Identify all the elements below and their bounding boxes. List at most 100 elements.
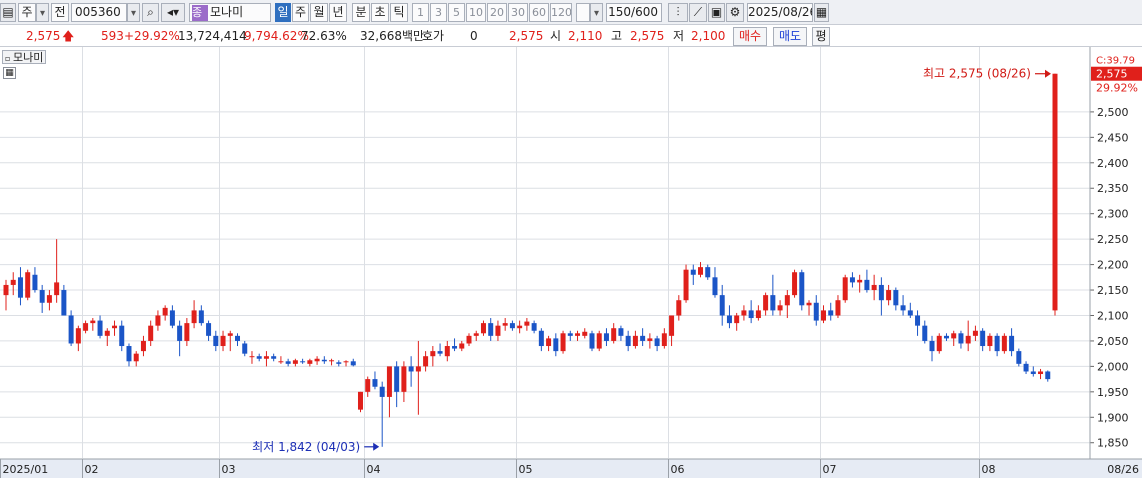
candle-body [104, 330, 110, 336]
candle-body [379, 386, 385, 397]
candle-body [90, 320, 96, 324]
candle-body [227, 333, 233, 336]
candle-body [488, 323, 494, 336]
candle-body [119, 325, 125, 347]
interval-dropdown-icon[interactable] [590, 3, 603, 22]
candle-body [799, 272, 805, 306]
period-tick[interactable]: 틱 [390, 3, 408, 22]
candle-body [220, 335, 226, 347]
line-tool-icon[interactable]: ⟋ [689, 3, 707, 22]
period-year[interactable]: 년 [329, 3, 347, 22]
candle-body [314, 358, 320, 362]
period-minute[interactable]: 분 [352, 3, 370, 22]
candle-body [155, 315, 161, 326]
period-day[interactable]: 일 [275, 3, 291, 22]
hoga-value: 0 [470, 29, 478, 43]
candle-body [292, 360, 298, 364]
candle-body [792, 272, 798, 296]
candle-body [502, 323, 508, 326]
y-tick-label: 2,400 [1097, 157, 1129, 170]
y-tick-label: 2,300 [1097, 208, 1129, 221]
interval-120[interactable]: 120 [550, 3, 572, 22]
candle-body [32, 274, 38, 291]
period-week[interactable]: 주 [292, 3, 309, 22]
low-price: 2,100 [691, 29, 726, 43]
candle-body [1009, 335, 1015, 352]
candle-body [177, 325, 183, 341]
high-annotation: 최고 2,575 (08/26) [923, 67, 1031, 81]
count-field[interactable]: 150/600 [606, 3, 662, 22]
candle-body [640, 335, 646, 341]
candle-body [68, 315, 74, 344]
candlestick-chart[interactable]: 2,500 2,450 2,400 2,350 2,300 2,250 2,200 2,150… [0, 47, 1142, 478]
candle-body [46, 295, 52, 303]
interval-5[interactable]: 5 [448, 3, 465, 22]
candle-body [719, 295, 725, 316]
candle-body [777, 305, 783, 311]
candle-body [466, 335, 472, 344]
chart-area[interactable]: 2,500 2,450 2,400 2,350 2,300 2,250 2,200 2,150… [0, 47, 1142, 478]
candle-body [698, 267, 704, 275]
period-month[interactable]: 월 [310, 3, 328, 22]
code-dropdown-icon[interactable] [127, 3, 140, 22]
up-arrow-icon: 🡅 [62, 29, 75, 43]
candle-body [235, 335, 241, 341]
save-icon[interactable]: ▣ [708, 3, 725, 22]
open-price: 2,110 [568, 29, 603, 43]
candle-body [871, 284, 877, 291]
menu-icon[interactable]: ▤ [0, 3, 16, 22]
candle-body [54, 282, 60, 296]
candle-body [329, 360, 335, 362]
buy-button[interactable]: 매수 [733, 27, 767, 46]
candle-body [828, 310, 834, 316]
interval-30[interactable]: 30 [508, 3, 528, 22]
market-dropdown-icon[interactable] [36, 3, 49, 22]
candle-body [582, 331, 588, 336]
candle-body [39, 290, 45, 303]
stock-name-field[interactable]: 종 모나미 [189, 3, 271, 22]
candle-body [835, 300, 841, 316]
sell-button[interactable]: 매도 [773, 27, 807, 46]
average-button[interactable]: 평 [812, 27, 830, 46]
calendar-icon[interactable]: ▦ [814, 3, 829, 22]
candle-body [878, 284, 884, 301]
hoga-label: 호가 [422, 29, 445, 43]
date-input[interactable]: 2025/08/26 [747, 3, 813, 22]
speaker-icon[interactable]: ◂▾ [161, 3, 185, 22]
y-tick-label: 2,050 [1097, 335, 1129, 348]
interval-60[interactable]: 60 [529, 3, 549, 22]
candle-body [213, 335, 219, 347]
interval-3[interactable]: 3 [430, 3, 447, 22]
candle-body [343, 361, 349, 363]
candle-body [271, 356, 277, 359]
chart-title: 모나미 [12, 51, 44, 64]
y-tick-label: 1,850 [1097, 437, 1129, 450]
candle-body [531, 323, 537, 331]
candle-body [712, 277, 718, 296]
candle-body [495, 325, 501, 336]
search-icon[interactable]: ⌕ [142, 3, 159, 22]
prev-button[interactable]: 전 [51, 3, 69, 22]
period-second[interactable]: 초 [371, 3, 389, 22]
candle-body [857, 279, 863, 283]
x-tick-label: 05 [519, 463, 533, 476]
stock-code-input[interactable]: 005360 [71, 3, 127, 22]
x-axis-band [0, 459, 1142, 478]
candle-body [517, 325, 523, 329]
interval-1[interactable]: 1 [412, 3, 429, 22]
y-tick-label: 2,450 [1097, 131, 1129, 144]
candle-type-icon[interactable]: ⫶ [668, 3, 688, 22]
custom-interval-field[interactable] [576, 3, 590, 22]
candle-body [907, 310, 913, 316]
interval-10[interactable]: 10 [466, 3, 486, 22]
gear-icon[interactable]: ⚙ [726, 3, 744, 22]
interval-20[interactable]: 20 [487, 3, 507, 22]
candle-body [813, 302, 819, 321]
candle-body [242, 343, 248, 354]
high-price: 2,575 [630, 29, 665, 43]
chart-title-box[interactable]: ▫ 모나미 [2, 50, 47, 64]
candle-body [611, 328, 617, 341]
table-icon[interactable]: ▦ [3, 67, 16, 79]
market-select[interactable]: 주 [18, 3, 36, 22]
candle-body [980, 330, 986, 347]
